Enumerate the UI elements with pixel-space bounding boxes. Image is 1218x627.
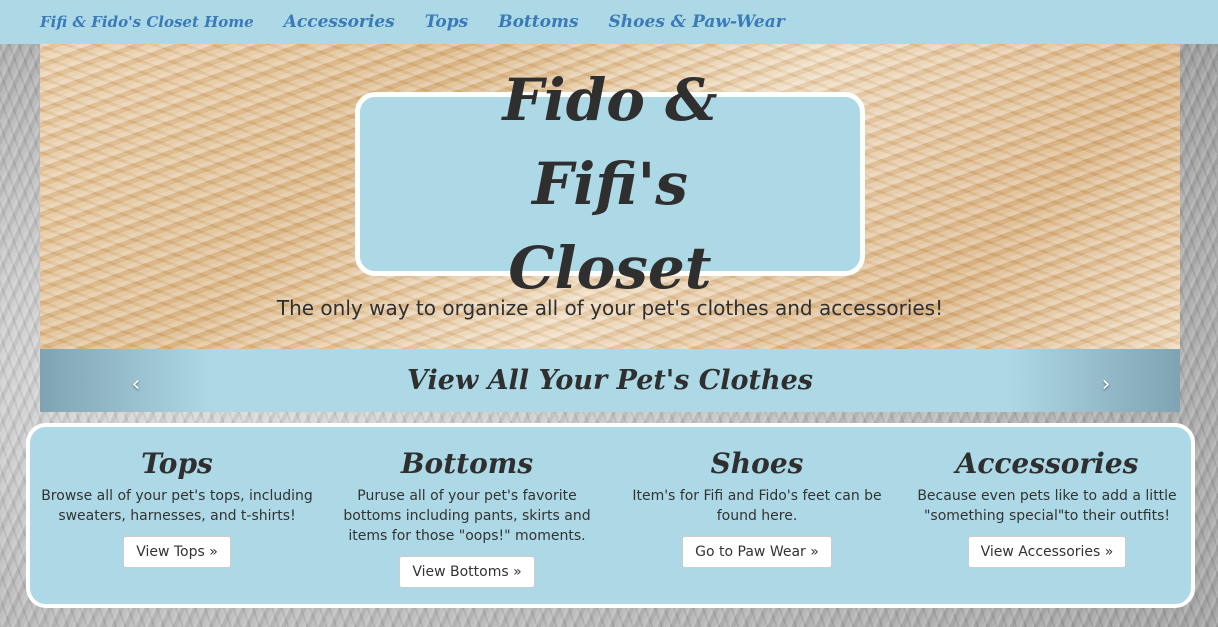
chevron-right-icon[interactable]: › (1096, 374, 1116, 396)
category-accessories: Accessories Because even pets like to ad… (902, 447, 1192, 568)
hero-banner: Fido & Fifi's Closet The only way to org… (40, 44, 1180, 349)
category-tops: Tops Browse all of your pet's tops, incl… (32, 447, 322, 568)
carousel-title: View All Your Pet's Clothes (407, 365, 813, 396)
category-heading: Accessories (955, 447, 1139, 480)
category-shoes: Shoes Item's for Fifi and Fido's feet ca… (612, 447, 902, 568)
view-accessories-button[interactable]: View Accessories » (967, 536, 1127, 568)
paw-wear-button[interactable]: Go to Paw Wear » (682, 536, 832, 568)
category-description: Browse all of your pet's tops, including… (41, 488, 313, 524)
category-heading: Bottoms (400, 447, 534, 480)
nav-link-home[interactable]: Fifi & Fido's Closet Home (40, 13, 254, 31)
category-heading: Tops (141, 447, 213, 480)
carousel-strip: ‹ View All Your Pet's Clothes › (40, 349, 1180, 412)
category-description: Because even pets like to add a little "… (917, 488, 1177, 524)
chevron-left-icon[interactable]: ‹ (126, 374, 146, 396)
category-description: Item's for Fifi and Fido's feet can be f… (632, 488, 882, 524)
top-navbar: Fifi & Fido's Closet Home Accessories To… (0, 0, 1218, 44)
category-panel: Tops Browse all of your pet's tops, incl… (26, 423, 1195, 608)
category-description: Puruse all of your pet's favorite bottom… (343, 488, 591, 544)
nav-link-tops[interactable]: Tops (425, 12, 469, 32)
nav-link-bottoms[interactable]: Bottoms (498, 12, 578, 32)
nav-link-shoes[interactable]: Shoes & Paw-Wear (609, 12, 785, 32)
category-bottoms: Bottoms Puruse all of your pet's favorit… (322, 447, 612, 588)
title-box: Fido & Fifi's Closet (355, 66, 865, 302)
view-tops-button[interactable]: View Tops » (123, 536, 231, 568)
nav-link-accessories[interactable]: Accessories (284, 12, 395, 32)
view-bottoms-button[interactable]: View Bottoms » (399, 556, 535, 588)
site-title: Fido & Fifi's Closet (502, 66, 718, 302)
category-heading: Shoes (710, 447, 804, 480)
hero-tagline: The only way to organize all of your pet… (276, 296, 944, 320)
